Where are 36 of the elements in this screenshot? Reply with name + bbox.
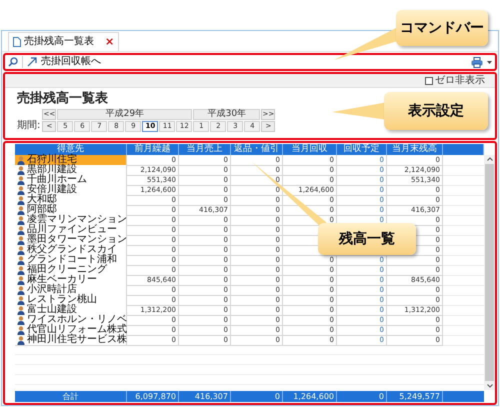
total-cell: 1,264,600 xyxy=(283,391,337,402)
scroll-up-icon[interactable] xyxy=(486,157,492,161)
total-cell: 6,097,870 xyxy=(127,391,179,402)
close-button[interactable]: × xyxy=(105,36,114,48)
command-link[interactable]: 売掛回収帳へ xyxy=(27,56,101,68)
column-header: 前月繰越 xyxy=(127,144,179,155)
printer-icon[interactable] xyxy=(471,56,483,68)
search-icon[interactable] xyxy=(8,57,18,67)
callout: 残高一覧 xyxy=(318,223,416,255)
callout: 表示設定 xyxy=(384,92,488,130)
document-icon xyxy=(13,37,21,47)
customer-cell[interactable]: 富士山建設 xyxy=(15,305,127,316)
document-tab[interactable]: 売掛残高一覧表 × xyxy=(8,32,120,51)
scrollbar-thumb[interactable] xyxy=(485,164,494,381)
page-title: 売掛残高一覧表 xyxy=(17,91,109,107)
tab-label: 売掛残高一覧表 xyxy=(24,36,94,48)
scrollbar[interactable] xyxy=(484,155,495,390)
total-cell: 0 xyxy=(231,391,283,402)
total-label: 合計 xyxy=(15,391,127,402)
total-cell: 0 xyxy=(337,391,387,402)
zero-hide-checkbox[interactable]: ゼロ非表示 xyxy=(425,75,485,86)
arrow-icon xyxy=(27,57,37,67)
column-header: 当月末残高 xyxy=(387,144,443,155)
callout: コマンドバー xyxy=(396,10,488,46)
total-cell: 5,249,577 xyxy=(387,391,443,402)
column-header: 返品・値引 xyxy=(231,144,283,155)
scroll-down-icon[interactable] xyxy=(486,384,492,388)
year-header: 平成30年 xyxy=(193,109,260,120)
dropdown-caret-icon[interactable] xyxy=(487,60,492,64)
year-header: 平成29年 xyxy=(57,109,192,120)
column-header: 回収予定 xyxy=(337,144,387,155)
period-label: 期間: xyxy=(17,120,40,131)
column-header: 当月回収 xyxy=(283,144,337,155)
customer-cell[interactable]: 神田川住宅サービス株 xyxy=(15,335,127,346)
total-cell: 416,307 xyxy=(179,391,231,402)
column-header: 当月売上 xyxy=(179,144,231,155)
